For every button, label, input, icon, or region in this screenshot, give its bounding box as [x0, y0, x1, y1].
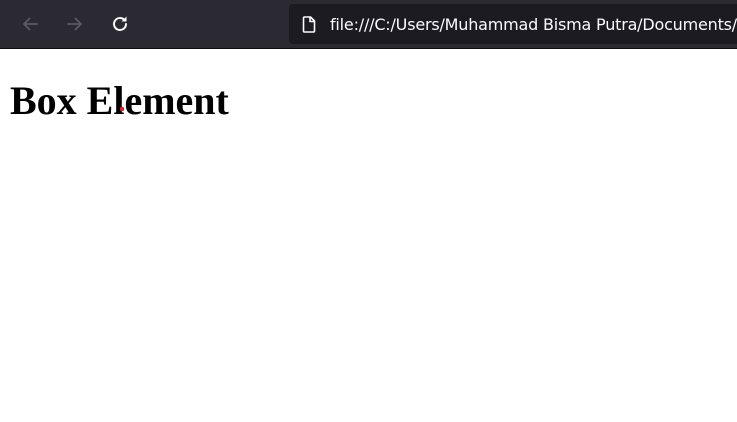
text-cursor [120, 107, 124, 111]
reload-button[interactable] [104, 8, 136, 40]
back-button[interactable] [14, 8, 46, 40]
url-text[interactable]: file:///C:/Users/Muhammad Bisma Putra/Do… [330, 15, 737, 34]
reload-icon [113, 16, 127, 31]
page-title: Box Element [10, 78, 229, 123]
address-bar[interactable]: file:///C:/Users/Muhammad Bisma Putra/Do… [289, 4, 737, 44]
forward-button[interactable] [59, 8, 91, 40]
browser-toolbar: file:///C:/Users/Muhammad Bisma Putra/Do… [0, 0, 737, 49]
page-content: Box Element [0, 49, 737, 422]
page-icon [301, 15, 317, 33]
arrow-left-icon [23, 17, 38, 31]
arrow-right-icon [67, 17, 82, 31]
